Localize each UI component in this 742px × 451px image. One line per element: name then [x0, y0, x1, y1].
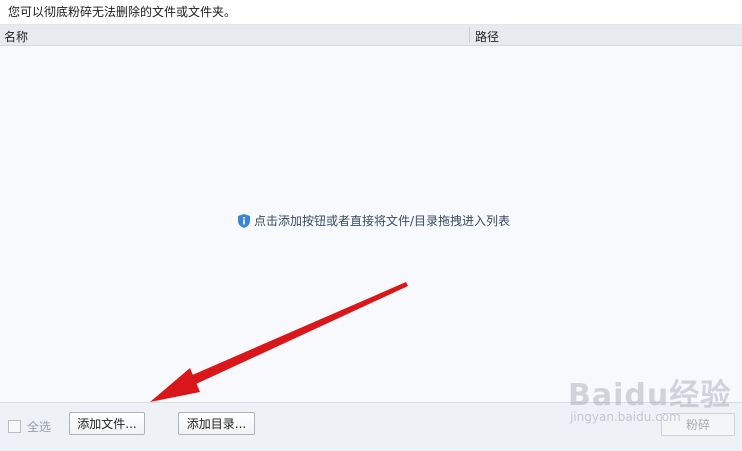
empty-list-hint: 点击添加按钮或者直接将文件/目录拖拽进入列表: [236, 212, 510, 229]
bottom-toolbar: 全选 添加文件... 添加目录... 粉碎: [0, 402, 742, 451]
column-divider[interactable]: [469, 27, 470, 43]
info-shield-icon: [238, 213, 250, 228]
add-directory-button[interactable]: 添加目录...: [178, 412, 255, 435]
file-shredder-window: 您可以彻底粉碎无法删除的文件或文件夹。 名称 路径 点击添加按钮或者直接将文件/…: [0, 0, 742, 451]
select-all-checkbox[interactable]: 全选: [8, 418, 51, 435]
description-text: 您可以彻底粉碎无法删除的文件或文件夹。: [8, 5, 237, 19]
checkbox-box[interactable]: [8, 420, 21, 433]
list-header: 名称 路径: [0, 25, 742, 46]
add-file-button[interactable]: 添加文件...: [69, 412, 145, 435]
select-all-label: 全选: [27, 420, 52, 434]
file-list[interactable]: 名称 路径 点击添加按钮或者直接将文件/目录拖拽进入列表: [0, 24, 742, 403]
empty-list-hint-text: 点击添加按钮或者直接将文件/目录拖拽进入列表: [254, 214, 511, 228]
shred-button[interactable]: 粉碎: [661, 413, 735, 436]
column-header-path[interactable]: 路径: [475, 28, 499, 45]
column-header-name[interactable]: 名称: [4, 28, 28, 45]
